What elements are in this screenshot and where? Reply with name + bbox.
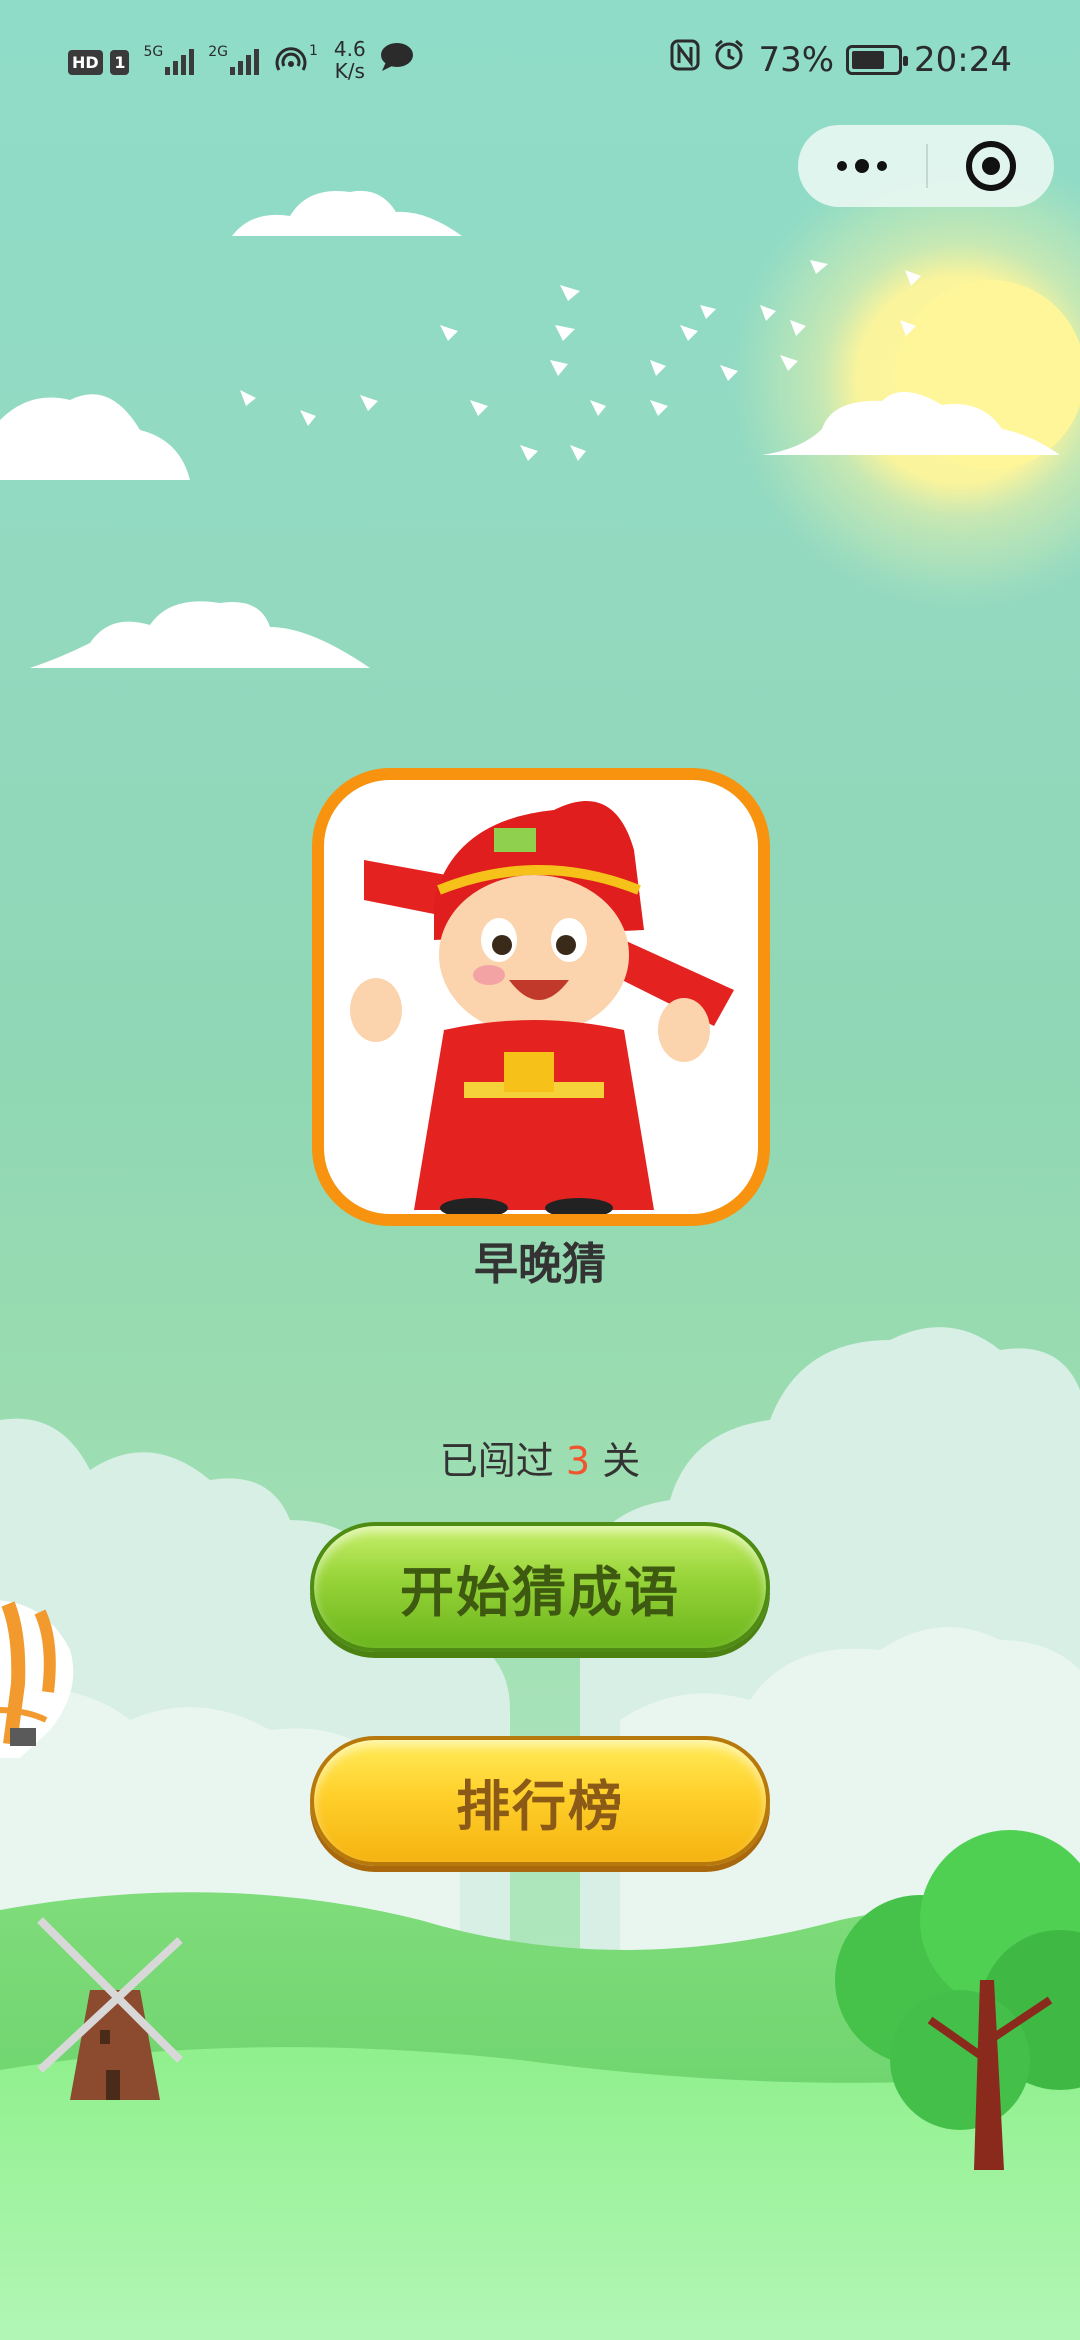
status-bar: HD 1 5G 2G 1 4.6 K/s 73% 20:24 [0, 0, 1080, 120]
hd-label: HD [68, 49, 103, 75]
network-speed: 4.6 K/s [334, 38, 366, 82]
chat-bubble-icon [380, 42, 414, 78]
more-menu-button[interactable] [798, 125, 926, 207]
mini-program-capsule [798, 125, 1054, 207]
hotspot-icon: 1 [273, 44, 320, 76]
progress-count: 3 [565, 1439, 591, 1483]
nfc-icon [670, 39, 700, 80]
battery-percent: 73% [758, 39, 835, 80]
progress-suffix: 关 [602, 1439, 641, 1483]
leaderboard-button[interactable]: 排行榜 [310, 1736, 770, 1866]
clock-time: 20:24 [914, 39, 1012, 80]
sun [730, 150, 1080, 610]
hotspot-count: 1 [308, 43, 318, 59]
network-5g-label: 5G [143, 44, 164, 60]
signal-2g-icon: 2G [208, 45, 259, 75]
battery-level-fill [852, 50, 885, 69]
speed-value: 4.6 [333, 37, 366, 61]
signal-5g-icon: 5G [143, 44, 195, 75]
app-name: 早晚猜 [474, 1239, 606, 1290]
target-close-icon [966, 141, 1016, 191]
network-2g-label: 2G [208, 44, 228, 60]
speed-unit: K/s [334, 59, 365, 83]
start-guess-idiom-button[interactable]: 开始猜成语 [310, 1522, 770, 1652]
alarm-icon [712, 38, 746, 81]
app-logo [312, 768, 770, 1226]
level-progress: 已闯过 3 关 [0, 1430, 1080, 1485]
status-left-group: HD 1 5G 2G 1 4.6 K/s [68, 38, 414, 82]
status-right-group: 73% 20:24 [670, 38, 1012, 81]
sim1-label: 1 [110, 49, 130, 75]
close-mini-program-button[interactable] [928, 125, 1054, 207]
mascot-illustration [350, 801, 734, 1214]
progress-prefix: 已闯过 [439, 1439, 554, 1483]
hd-call-icon: HD 1 [68, 46, 130, 75]
battery-icon [846, 44, 909, 75]
more-dots-icon [837, 159, 887, 173]
